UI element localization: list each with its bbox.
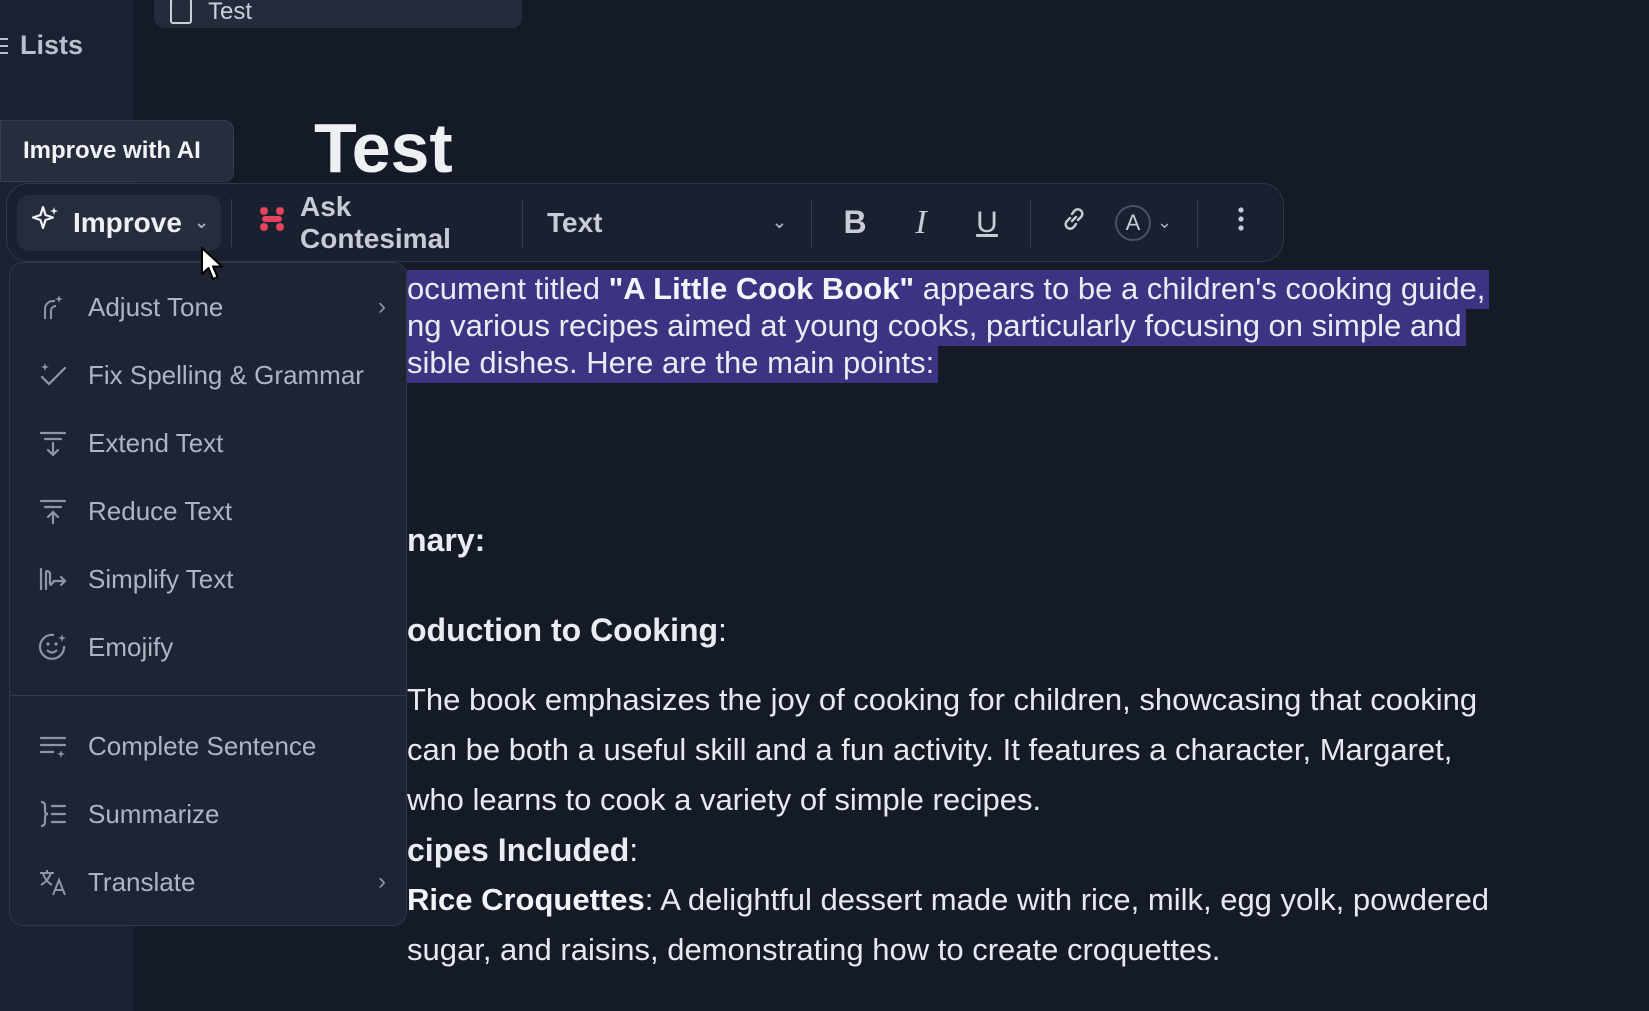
sidebar-item-label: Lists [20,30,84,60]
improve-button[interactable]: Improve ⌄ [17,194,221,251]
more-vertical-icon [1236,204,1246,241]
contesimal-logo-icon [256,203,288,242]
menu-divider [10,695,406,696]
font-color-icon: A [1115,204,1151,241]
menu-item-label: Emojify [88,631,174,662]
paragraph-line: who learns to cook a variety of simple r… [407,782,1042,817]
simplify-icon [36,562,70,596]
chevron-right-icon: › [378,868,386,895]
colon: : [718,612,727,648]
summary-heading: nary: [407,522,486,558]
toolbar-divider [522,198,523,247]
recipe-name: Rice Croquettes [407,882,645,917]
font-color-button[interactable]: A ⌄ [1107,195,1187,251]
menu-item-complete-sentence[interactable]: Complete Sentence [10,712,406,780]
menu-item-label: Simplify Text [88,563,234,594]
list-icon [0,33,12,59]
reduce-text-icon [36,494,70,528]
menu-item-label: Complete Sentence [88,730,317,761]
bold-button[interactable]: B [822,195,888,251]
menu-item-label: Fix Spelling & Grammar [88,359,364,390]
more-options-button[interactable] [1208,195,1274,251]
intro-heading: oduction to Cooking: [407,612,727,649]
italic-icon: I [915,203,927,241]
menu-item-label: Translate [88,866,196,897]
chevron-down-icon: ⌄ [771,212,787,232]
document-tab-label: Test [208,0,253,25]
recipes-heading: cipes Included: [407,832,638,869]
paragraph-line: sugar, and raisins, demonstrating how to… [407,932,1221,967]
book-title: "A Little Cook Book" [608,271,915,306]
menu-item-adjust-tone[interactable]: Adjust Tone › [10,273,406,341]
paragraph-line: Rice Croquettes: A delightful dessert ma… [407,882,1489,918]
menu-item-label: Adjust Tone [88,291,224,322]
text-run: : A delightful dessert made with rice, m… [644,882,1490,917]
text-run: ocument titled [407,271,609,306]
document-body[interactable]: ocument titled "A Little Cook Book" appe… [407,0,1649,1011]
underline-icon: U [976,205,998,239]
menu-item-reduce-text[interactable]: Reduce Text [10,477,406,545]
intro-heading-text: oduction to Cooking [407,612,719,648]
underline-button[interactable]: U [954,195,1020,251]
improve-label: Improve [73,206,182,238]
extend-text-icon [36,426,70,460]
paragraph-line: The book emphasizes the joy of cooking f… [407,682,1478,717]
menu-item-extend-text[interactable]: Extend Text [10,409,406,477]
menu-item-label: Reduce Text [88,495,233,526]
improve-dropdown-menu: Adjust Tone › Fix Spelling & Grammar Ext… [9,262,407,926]
emoji-icon [36,630,70,664]
paragraph-line: can be both a useful skill and a fun act… [407,732,1453,767]
menu-item-label: Extend Text [88,427,224,458]
translate-icon [36,865,70,899]
menu-item-summarize[interactable]: Summarize [10,780,406,848]
chevron-right-icon: › [378,293,386,320]
link-icon [1059,204,1089,241]
toolbar-divider [811,198,812,247]
toolbar-divider [1197,198,1198,247]
text-style-select[interactable]: Text ⌄ [533,195,801,251]
document-icon [170,0,192,24]
complete-sentence-icon [36,729,70,763]
ask-contesimal-button[interactable]: Ask Contesimal [242,191,512,254]
text-run: ng various recipes aimed at young cooks,… [407,307,1466,346]
spell-check-icon [36,358,70,392]
text-run: sible dishes. Here are the main points: [407,344,939,383]
summarize-icon [36,797,70,831]
bold-icon: B [843,204,867,240]
menu-item-translate[interactable]: Translate › [10,848,406,916]
tone-icon [36,290,70,324]
chevron-down-icon: ⌄ [193,212,210,232]
ask-contesimal-label: Ask Contesimal [300,190,451,254]
text-run: appears to be a children's cooking guide… [914,271,1486,306]
chevron-down-icon: ⌄ [1157,212,1173,232]
sparkles-icon [31,204,61,241]
formatting-toolbar: Improve ⌄ Ask Contesimal Text ⌄ B I U A … [6,183,1284,262]
improve-tooltip: Improve with AI [0,120,234,182]
link-button[interactable] [1041,195,1107,251]
menu-item-emojify[interactable]: Emojify [10,613,406,681]
menu-item-fix-spelling[interactable]: Fix Spelling & Grammar [10,341,406,409]
selected-paragraph[interactable]: ocument titled "A Little Cook Book" appe… [407,270,1490,383]
italic-button[interactable]: I [888,195,954,251]
text-style-label: Text [547,206,603,238]
menu-item-simplify-text[interactable]: Simplify Text [10,545,406,613]
colon: : [629,832,639,868]
menu-item-label: Summarize [88,798,220,829]
toolbar-divider [1030,198,1031,247]
sidebar-item-lists[interactable]: Lists [0,30,83,61]
recipes-heading-text: cipes Included [407,832,630,868]
toolbar-divider [231,198,232,247]
